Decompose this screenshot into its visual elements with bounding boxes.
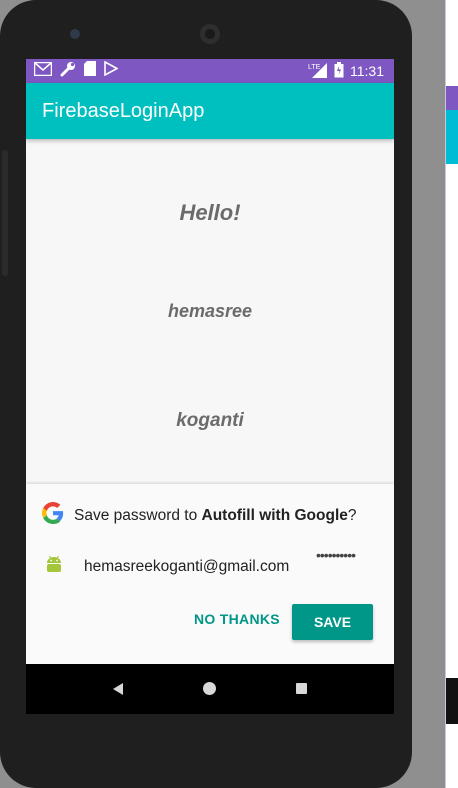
play-store-icon <box>104 60 119 81</box>
svg-text:LTE: LTE <box>308 64 321 71</box>
account-email: hemasreekoganti@gmail.com <box>84 557 290 575</box>
dialog-title-text: Save password to Autofill with Google? <box>74 507 357 525</box>
wrench-icon <box>60 61 76 82</box>
background-app-bar <box>446 110 458 164</box>
masked-password: •••••••••• <box>316 547 356 563</box>
title-suffix: ? <box>347 506 357 524</box>
last-name-text: koganti <box>176 410 244 431</box>
recents-icon[interactable] <box>296 683 307 694</box>
status-time: 11:31 <box>350 63 384 79</box>
device-screen: LTE 11:31 FirebaseLoginApp Hello! hemasr… <box>26 59 394 714</box>
autofill-save-dialog: Save password to Autofill with Google? h… <box>26 484 394 664</box>
side-button[interactable] <box>2 150 8 276</box>
app-title: FirebaseLoginApp <box>42 100 205 122</box>
first-name-text: hemasree <box>167 301 253 321</box>
front-camera <box>70 29 80 39</box>
app-bar: FirebaseLoginApp <box>26 83 394 139</box>
background-window-strip <box>445 0 458 788</box>
home-icon[interactable] <box>203 682 216 695</box>
navigation-bar <box>26 664 394 714</box>
save-button[interactable]: SAVE <box>292 604 373 640</box>
background-nav-bar <box>446 678 458 724</box>
status-bar: LTE 11:31 <box>26 59 394 83</box>
background-status-bar <box>446 86 458 110</box>
gmail-icon <box>33 61 53 81</box>
google-icon <box>42 502 64 529</box>
no-thanks-button[interactable]: NO THANKS <box>194 611 280 627</box>
back-icon[interactable] <box>112 682 124 701</box>
earpiece-speaker <box>200 24 220 44</box>
sd-card-icon <box>84 61 96 81</box>
android-icon <box>42 552 84 581</box>
signal-icon: LTE <box>308 62 328 81</box>
title-prefix: Save password to <box>74 506 202 524</box>
dialog-title: Save password to Autofill with Google? <box>42 502 357 529</box>
device-frame: LTE 11:31 FirebaseLoginApp Hello! hemasr… <box>0 0 412 788</box>
title-service: Autofill with Google <box>201 506 348 524</box>
account-row: hemasreekoganti@gmail.com <box>42 552 289 581</box>
battery-icon <box>334 61 344 81</box>
greeting-text: Hello! <box>179 200 241 225</box>
